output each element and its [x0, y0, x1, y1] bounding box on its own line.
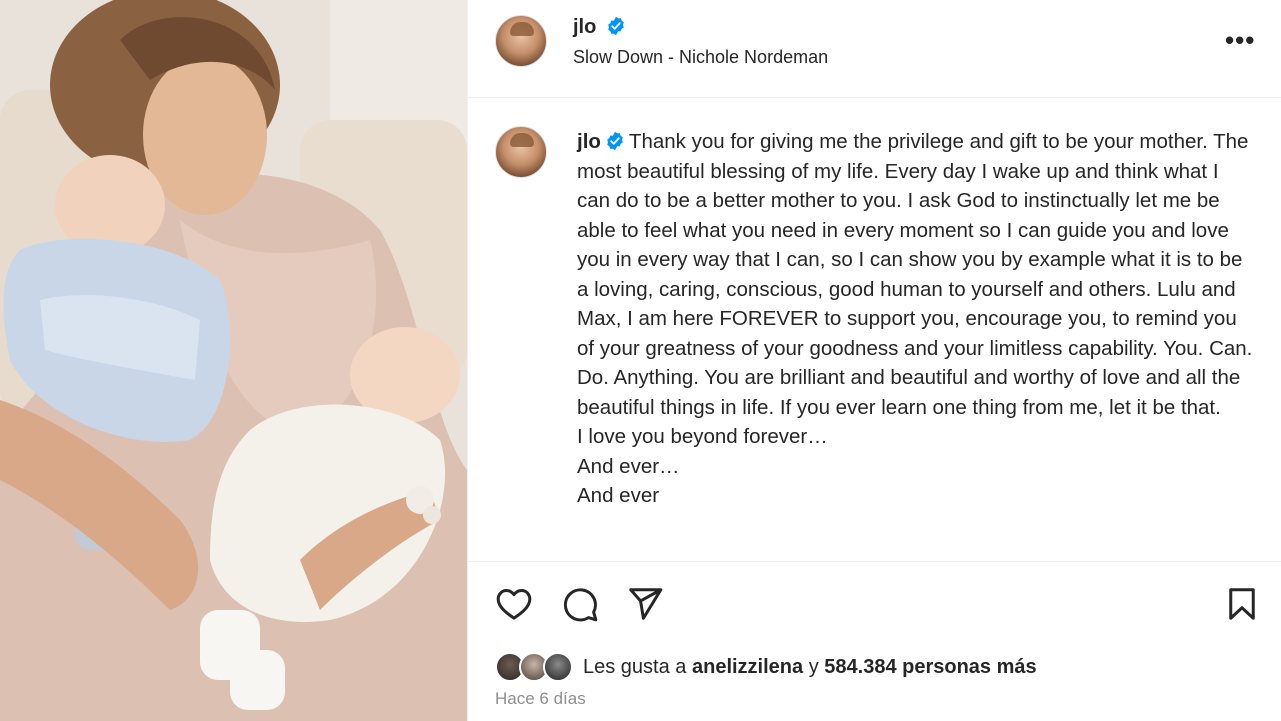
caption-author-avatar[interactable] [495, 126, 547, 178]
caption-line: I love you beyond forever… [577, 425, 828, 448]
author-username[interactable]: jlo [573, 16, 596, 39]
save-button[interactable] [1222, 584, 1262, 624]
post-timestamp[interactable]: Hace 6 días [495, 689, 586, 709]
caption-text: Thank you for giving me the privilege an… [577, 130, 1253, 419]
caption-line: And ever [577, 484, 660, 507]
likes-summary[interactable]: Les gusta a anelizzilena y 584.384 perso… [495, 650, 1037, 684]
likes-text: Les gusta a anelizzilena y 584.384 perso… [583, 656, 1037, 679]
send-icon [629, 588, 663, 620]
post-panel: jlo Slow Down - Nichole Nordeman ••• jlo… [467, 0, 1281, 721]
verified-badge-icon [608, 16, 624, 36]
audio-track-link[interactable]: Slow Down - Nichole Nordeman [573, 47, 828, 68]
post-photo [0, 0, 467, 721]
post-header: jlo Slow Down - Nichole Nordeman ••• [468, 0, 1281, 98]
caption-section: jlo Thank you for giving me the privileg… [468, 99, 1281, 561]
bookmark-icon [1229, 588, 1255, 620]
share-button[interactable] [625, 584, 665, 624]
likes-count[interactable]: 584.384 personas más [824, 656, 1036, 678]
author-avatar[interactable] [495, 15, 547, 67]
heart-icon [496, 589, 532, 620]
liker-username[interactable]: anelizzilena [692, 656, 803, 678]
likes-prefix: Les gusta a [583, 655, 687, 678]
comment-button[interactable] [560, 584, 600, 624]
more-options-icon[interactable]: ••• [1225, 27, 1255, 53]
caption-username[interactable]: jlo [577, 130, 601, 153]
caption-line: And ever… [577, 454, 680, 478]
post-caption: jlo Thank you for giving me the privileg… [577, 127, 1257, 511]
likes-connector: y [808, 655, 819, 678]
avatar [543, 652, 573, 682]
post-actions: Les gusta a anelizzilena y 584.384 perso… [468, 561, 1281, 721]
comment-icon [563, 588, 598, 622]
like-button[interactable] [494, 584, 534, 624]
verified-badge-icon [607, 131, 623, 151]
liker-avatars [495, 650, 577, 684]
